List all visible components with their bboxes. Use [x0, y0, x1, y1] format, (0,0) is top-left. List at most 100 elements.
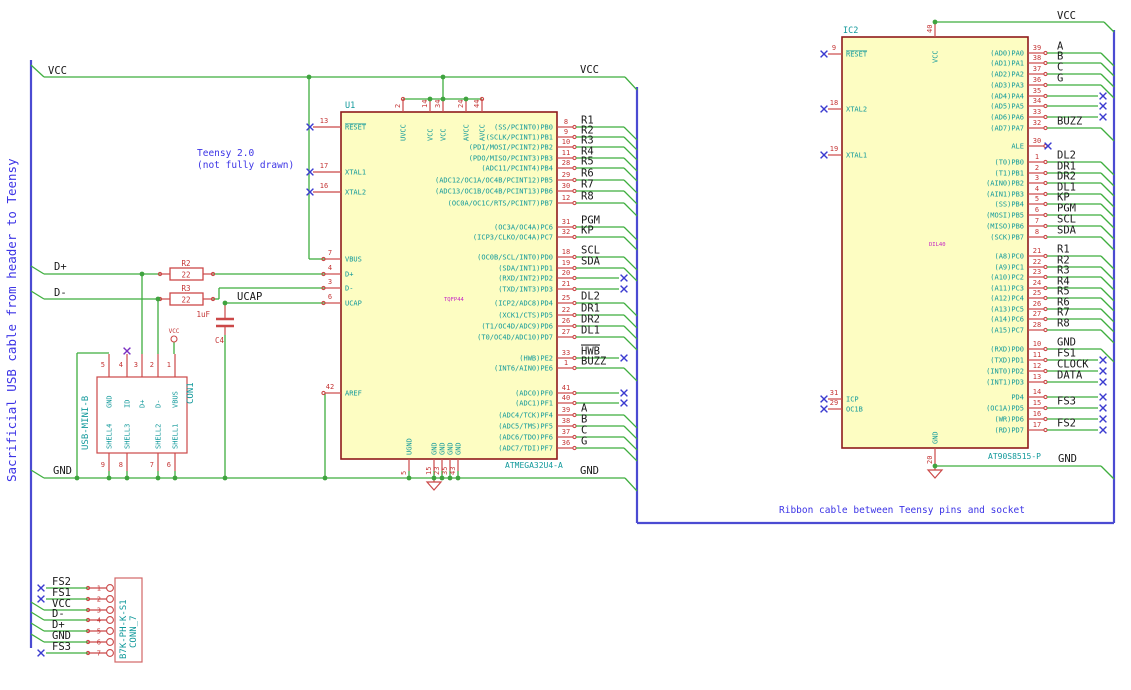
pin-number: 33 [562, 349, 570, 357]
pin-name: (ADC5/TMS)PF5 [498, 423, 553, 431]
pin-number: 30 [1033, 137, 1041, 145]
pin-number: 40 [562, 394, 570, 402]
pin-name: (A9)PC1 [994, 264, 1024, 272]
pin-number: 43 [449, 467, 457, 475]
pin-name: (A10)PC2 [990, 274, 1024, 282]
junction [106, 475, 112, 481]
bus-entry [623, 414, 638, 429]
header-pin-circle [106, 649, 114, 657]
pin-name: (ADC13/OC1B/OC4B/PCINT13)PB6 [435, 188, 553, 196]
pin-number: 26 [1033, 300, 1041, 308]
capacitor-reference: C4 [215, 336, 225, 345]
pin-name: SHELL3 [124, 424, 132, 449]
pin-name: AVCC [463, 124, 471, 141]
pin-name: (AIN1)PB3 [986, 191, 1024, 199]
pin-name: XTAL2 [345, 189, 366, 197]
pin-name: (A11)PC3 [990, 285, 1024, 293]
pin-number: 12 [562, 194, 570, 202]
no-connect-icon [1099, 367, 1107, 375]
pin-number: 37 [562, 428, 570, 436]
pin-number: 1 [97, 585, 101, 593]
pin-name: VBUS [345, 256, 362, 264]
pin-name: VCC [427, 128, 435, 141]
pin-end [572, 286, 577, 292]
pin-name: (T1)PB1 [994, 170, 1024, 178]
pin-number: 33 [1033, 108, 1041, 116]
pin-number: 40 [926, 25, 934, 33]
pin-end [572, 312, 577, 318]
pin-end [1043, 234, 1048, 240]
pin-number: 4 [119, 361, 123, 369]
pin-end [1043, 285, 1048, 291]
no-connect-icon [620, 274, 628, 282]
pin-name: GND [439, 442, 447, 455]
pin-end [572, 434, 577, 440]
junction [463, 96, 469, 102]
pin-number: 17 [320, 162, 328, 170]
pin-number: 37 [1033, 65, 1041, 73]
pin-name: (AD6)PA6 [990, 114, 1024, 122]
pin-number: 34 [1033, 97, 1041, 105]
pin-end [572, 165, 577, 171]
pin-number: 7 [97, 650, 101, 658]
pin-name: SHELL1 [172, 424, 180, 449]
pin-end [321, 390, 326, 396]
pin-name: D- [345, 285, 353, 293]
net-label: DL2 [581, 291, 600, 303]
pin-name: (AD0)PA0 [990, 50, 1024, 58]
pin-end [572, 334, 577, 340]
schematic-page: U1 TQFP44 ATMEGA32U4-A 8 (SS/PCINT0)PB0 R1 9 (S… [0, 0, 1131, 690]
bus-entry [623, 367, 638, 382]
wire [624, 76, 638, 91]
pin-name: (RD)PD7 [994, 427, 1024, 435]
pin-number: 7 [150, 461, 154, 469]
no-connect-icon [1099, 393, 1107, 401]
pin-name: (T0)PB0 [994, 159, 1024, 167]
pin-number: 35 [441, 467, 449, 475]
net-label-gnd: GND [580, 465, 599, 477]
junction [124, 475, 130, 481]
pin-name: (T1/OC4D/ADC9)PD6 [481, 323, 553, 331]
pin-name: (T0/OC4D/ADC10)PD7 [477, 334, 553, 342]
bus-entry [1100, 225, 1115, 240]
bus-entry [1100, 127, 1115, 142]
pin-end [572, 144, 577, 150]
pin-name: D+ [345, 271, 353, 279]
header-pin-circle [106, 595, 114, 603]
pin-name: (SS)PB4 [994, 201, 1024, 209]
pin-number: 1 [564, 359, 568, 367]
pin-name: (AD4)PA4 [990, 93, 1024, 101]
net-label: DATA [1057, 370, 1083, 382]
bus-entry [623, 314, 638, 329]
no-connect-icon [1044, 142, 1052, 150]
pin-number: 16 [320, 182, 328, 190]
pin-number: 7 [1035, 217, 1039, 225]
pin-number: 5 [101, 361, 105, 369]
header-connector-value: B7K-PH-K-S1 [119, 599, 129, 659]
pin-end [1043, 223, 1048, 229]
pin-end [1043, 212, 1048, 218]
pin-number: 19 [562, 259, 570, 267]
pin-number: 44 [473, 100, 481, 108]
pin-name: GND [431, 442, 439, 455]
pin-number: 18 [830, 99, 838, 107]
pin-end [572, 234, 577, 240]
vcc-power-label: VCC [169, 328, 180, 335]
net-label: SDA [1057, 225, 1077, 237]
pin-end [572, 124, 577, 130]
pin-number: 25 [562, 294, 570, 302]
pin-name: VCC [440, 128, 448, 141]
no-connect-icon [620, 285, 628, 293]
pin-number: 15 [1033, 399, 1041, 407]
no-connect-icon [37, 595, 45, 603]
pin-name: (SDA/INT1)PD1 [498, 265, 553, 273]
pin-number: 38 [1033, 54, 1041, 62]
net-label: R5 [581, 156, 594, 168]
pin-name: (MISO)PB6 [986, 223, 1024, 231]
pin-end [1043, 50, 1048, 56]
u1-part-number: ATMEGA32U4-A [505, 461, 563, 470]
pin-end [1043, 427, 1048, 433]
no-connect-icon [37, 584, 45, 592]
pin-end [572, 412, 577, 418]
net-label: BUZZ [581, 356, 606, 368]
